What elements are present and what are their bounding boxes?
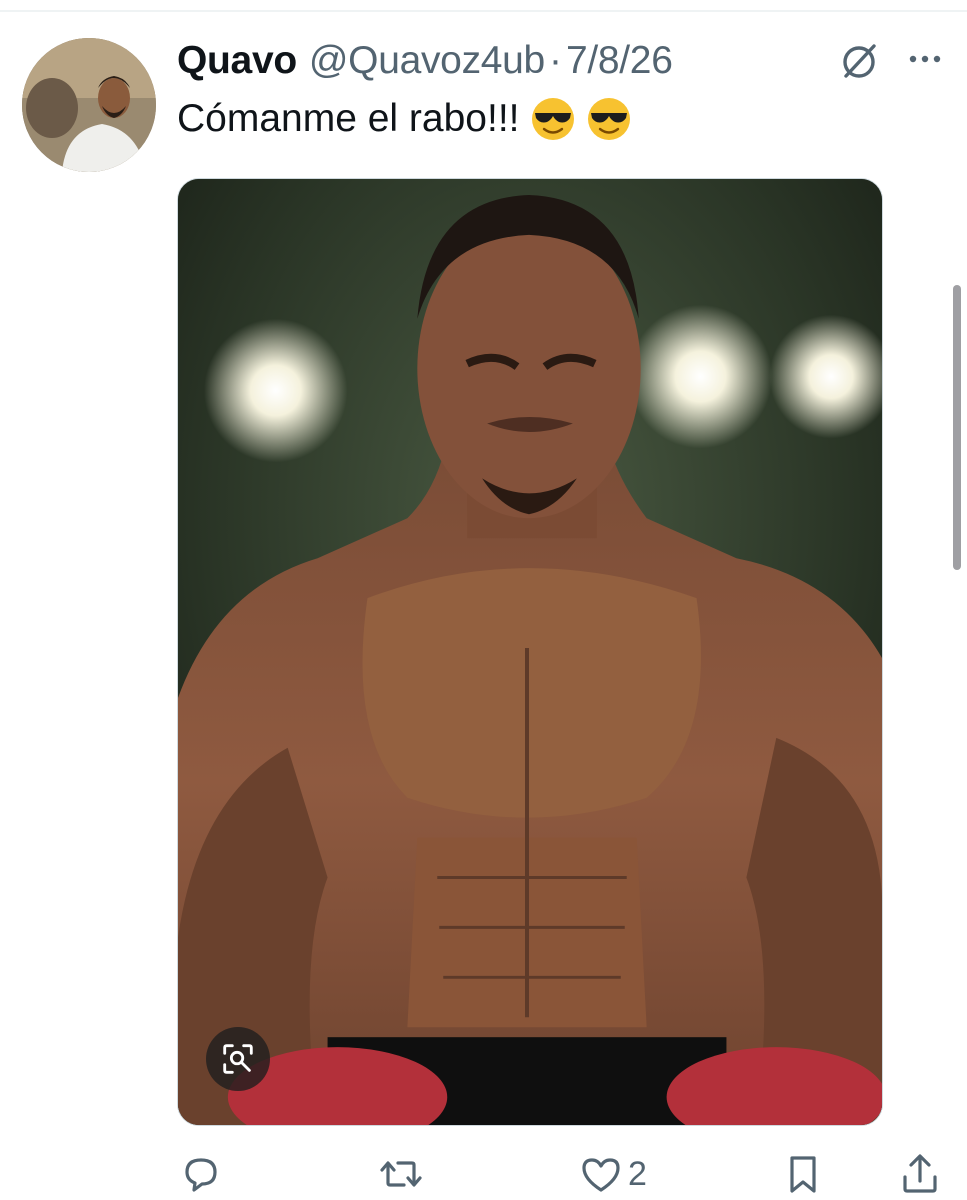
reply-button[interactable]: [178, 1150, 228, 1198]
repost-icon: [380, 1161, 422, 1187]
separator-dot: ·: [548, 39, 562, 82]
grok-icon[interactable]: [838, 40, 880, 82]
like-button[interactable]: 2: [578, 1150, 647, 1198]
share-icon: [903, 1154, 937, 1193]
boxer-photo: [178, 179, 882, 1125]
repost-button[interactable]: [378, 1150, 428, 1198]
reply-icon: [185, 1158, 217, 1192]
tweet-text: Cómanme el rabo!!!: [177, 96, 632, 142]
tweet-date[interactable]: 7/8/26: [566, 39, 673, 83]
tweet-actions: 2: [0, 1150, 967, 1198]
tweet-header: Quavo @Quavoz4ub · 7/8/26: [177, 38, 673, 84]
display-name[interactable]: Quavo: [177, 39, 297, 83]
sunglasses-emoji-icon: [587, 98, 630, 140]
avatar[interactable]: [22, 38, 156, 172]
like-count: 2: [628, 1154, 647, 1193]
user-handle[interactable]: @Quavoz4ub: [309, 39, 545, 83]
tweet-text-content: Cómanme el rabo!!!: [177, 97, 520, 140]
scrollbar[interactable]: [953, 285, 961, 570]
more-horizontal-icon[interactable]: [905, 44, 945, 74]
visual-search-button[interactable]: [206, 1027, 270, 1091]
tweet-media-image[interactable]: [177, 178, 883, 1126]
avatar-image: [22, 38, 156, 172]
visual-search-icon: [223, 1044, 253, 1074]
share-button[interactable]: [897, 1150, 947, 1198]
heart-icon: [582, 1158, 620, 1192]
bookmark-button[interactable]: [780, 1150, 830, 1198]
sunglasses-emoji-icon: [531, 98, 574, 140]
bookmark-icon: [790, 1156, 816, 1193]
top-divider: [0, 10, 967, 12]
